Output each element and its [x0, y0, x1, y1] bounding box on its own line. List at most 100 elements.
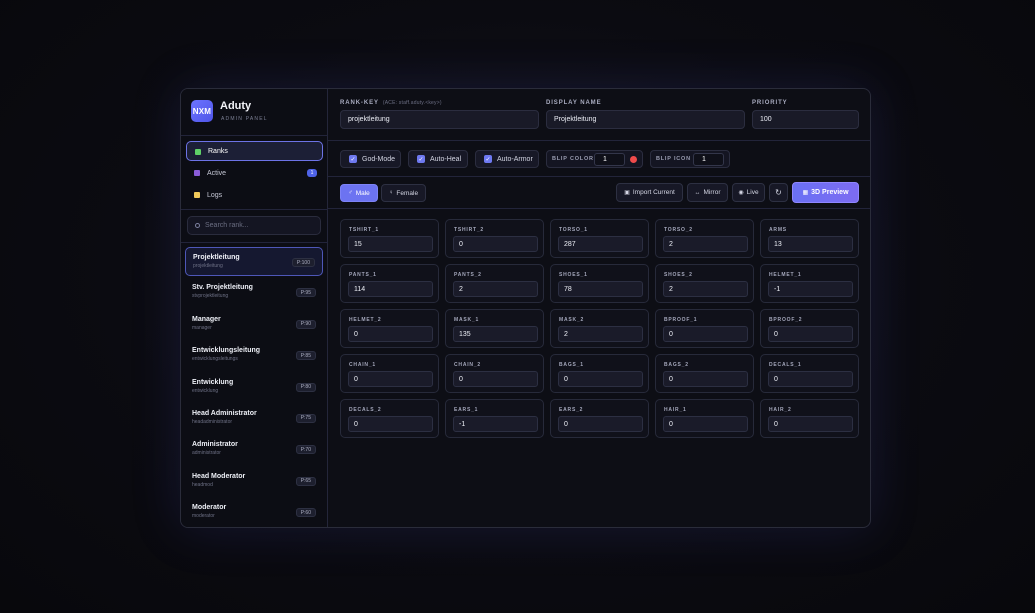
clothing-label: TORSO_2	[664, 227, 693, 233]
clothing-value-input[interactable]: 287	[558, 236, 643, 252]
sidebar-item-label: Active	[207, 169, 227, 177]
clothing-label: HELMET_2	[349, 317, 382, 323]
clothing-value-input[interactable]: 0	[348, 326, 433, 342]
priority-input[interactable]: 100	[752, 110, 859, 129]
male-tab[interactable]: ♂ Male	[340, 184, 378, 202]
male-label: Male	[355, 189, 370, 197]
mirror-icon: ↔	[694, 189, 701, 196]
priority-label: PRIORITY	[752, 100, 788, 106]
clothing-value-input[interactable]: 2	[558, 326, 643, 342]
clothing-label: BPROOF_2	[769, 317, 803, 323]
rank-item[interactable]: Stv. Projektleitung stvprojektleitung P:…	[185, 278, 323, 307]
clothing-field: SHOES_2 2	[655, 264, 754, 303]
clothing-label: PANTS_2	[454, 272, 482, 278]
display-name-input[interactable]: Projektleitung	[546, 110, 745, 129]
auto-heal-label: Auto-Heal	[430, 155, 462, 163]
clothing-value-input[interactable]: 2	[663, 236, 748, 252]
female-icon: ♀	[388, 190, 394, 196]
clothing-value-input[interactable]: 0	[663, 326, 748, 342]
rank-item[interactable]: Head Moderator headmod P:65	[185, 467, 323, 496]
reset-button[interactable]: ↻	[769, 183, 788, 202]
3d-preview-button[interactable]: ▦ 3D Preview	[792, 182, 859, 203]
sidebar-item-logs[interactable]: Logs	[186, 185, 323, 205]
auto-heal-checkbox[interactable]: ✓ Auto-Heal	[408, 150, 468, 168]
clothing-value-input[interactable]: 13	[768, 236, 853, 252]
rank-item[interactable]: Projektleitung projektleitung P:100	[185, 247, 323, 276]
clothing-value-input[interactable]: 135	[453, 326, 538, 342]
rank-item[interactable]: Entwicklung entwicklung P:80	[185, 373, 323, 402]
clothing-label: HELMET_1	[769, 272, 802, 278]
god-mode-checkbox[interactable]: ✓ God-Mode	[340, 150, 401, 168]
eye-icon: ◉	[738, 190, 744, 196]
rank-priority-badge: P:80	[295, 382, 316, 392]
clothing-label: BPROOF_1	[664, 317, 698, 323]
clothing-value-input[interactable]: 0	[663, 416, 748, 432]
mirror-button[interactable]: ↔ Mirror	[687, 183, 728, 202]
sidebar: NXM Aduty ADMIN PANEL Ranks Active 1 Log…	[181, 89, 328, 527]
clothing-value-input[interactable]: 0	[558, 371, 643, 387]
clothing-value-input[interactable]: 2	[453, 281, 538, 297]
clothing-label: CHAIN_1	[349, 362, 376, 368]
live-button[interactable]: ◉ Live	[732, 183, 765, 202]
check-icon: ✓	[349, 155, 357, 163]
clothing-label: ARMS	[769, 227, 787, 233]
rank-header-form: RANK-KEY (ACE: staff.aduty.<key>) projekt…	[328, 89, 870, 141]
clothing-value-input[interactable]: 0	[768, 371, 853, 387]
rank-key-input[interactable]: projektleitung	[340, 110, 539, 129]
clothing-label: BAGS_2	[664, 362, 689, 368]
blip-color-group: BLIP COLOR 1	[546, 150, 643, 168]
clothing-value-input[interactable]: 0	[663, 371, 748, 387]
clothing-value-input[interactable]: 0	[348, 416, 433, 432]
clothing-field: HELMET_2 0	[340, 309, 439, 348]
blip-color-label: BLIP COLOR	[552, 156, 594, 162]
clothing-field: DECALS_2 0	[340, 399, 439, 438]
clothing-field: SHOES_1 78	[550, 264, 649, 303]
display-name-label: DISPLAY NAME	[546, 100, 602, 106]
blip-color-swatch[interactable]	[630, 156, 637, 163]
rank-item[interactable]: Head Administrator headadministrator P:7…	[185, 404, 323, 433]
clothing-value-input[interactable]: 15	[348, 236, 433, 252]
clothing-value-input[interactable]: 0	[768, 416, 853, 432]
rank-priority-badge: P:90	[295, 319, 316, 329]
clothing-label: CHAIN_2	[454, 362, 481, 368]
rank-priority-badge: P:100	[291, 258, 315, 267]
clothing-value-input[interactable]: 2	[663, 281, 748, 297]
clothing-value-input[interactable]: 0	[453, 236, 538, 252]
search-input[interactable]: Search rank...	[187, 216, 321, 235]
import-current-label: Import Current	[632, 189, 675, 196]
clothing-field: HELMET_1 -1	[760, 264, 859, 303]
god-mode-label: God-Mode	[362, 155, 396, 163]
clothing-label: DECALS_1	[769, 362, 802, 368]
brand-subtitle: ADMIN PANEL	[221, 116, 268, 122]
rank-item[interactable]: Administrator administrator P:70	[185, 435, 323, 464]
sidebar-item-active[interactable]: Active 1	[186, 163, 323, 183]
blip-icon-group: BLIP ICON 1	[650, 150, 730, 168]
clothing-field: TORSO_2 2	[655, 219, 754, 258]
rank-item[interactable]: Moderator moderator P:60	[185, 498, 323, 527]
clothing-value-input[interactable]: 78	[558, 281, 643, 297]
clothing-value-input[interactable]: 0	[453, 371, 538, 387]
male-icon: ♂	[348, 190, 353, 196]
import-current-button[interactable]: ▣ Import Current	[616, 183, 683, 202]
rank-item[interactable]: Manager manager P:90	[185, 310, 323, 339]
brand-logo: NXM	[191, 100, 213, 122]
female-tab[interactable]: ♀ Female	[381, 184, 426, 202]
blip-color-input[interactable]: 1	[594, 153, 625, 166]
clothing-value-input[interactable]: -1	[453, 416, 538, 432]
clothing-value-input[interactable]: 0	[558, 416, 643, 432]
rank-item[interactable]: Entwicklungsleitung entwicklungsleitungs…	[185, 341, 323, 370]
brand: NXM Aduty ADMIN PANEL	[181, 89, 328, 136]
sidebar-nav: Ranks Active 1 Logs	[186, 141, 323, 207]
clothing-value-input[interactable]: 114	[348, 281, 433, 297]
clothing-field: BAGS_1 0	[550, 354, 649, 393]
rank-priority-badge: P:70	[295, 445, 316, 455]
rank-key-label: RANK-KEY (ACE: staff.aduty.<key>)	[340, 100, 442, 106]
auto-armor-checkbox[interactable]: ✓ Auto-Armor	[475, 150, 539, 168]
clothing-value-input[interactable]: 0	[348, 371, 433, 387]
clothing-value-input[interactable]: -1	[768, 281, 853, 297]
blip-icon-input[interactable]: 1	[693, 153, 724, 166]
sidebar-item-ranks[interactable]: Ranks	[186, 141, 323, 161]
clothing-label: TSHIRT_2	[454, 227, 485, 233]
clothing-label: EARS_1	[454, 407, 479, 413]
clothing-value-input[interactable]: 0	[768, 326, 853, 342]
